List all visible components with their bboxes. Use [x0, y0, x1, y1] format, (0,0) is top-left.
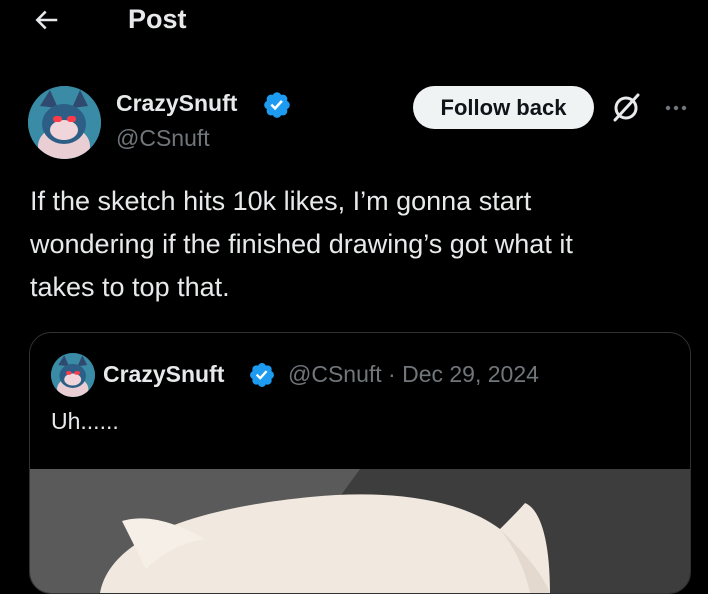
more-options-icon[interactable] — [660, 92, 692, 124]
quoted-handle-date: @CSnuft · Dec 29, 2024 — [288, 361, 539, 387]
quoted-avatar — [51, 353, 95, 397]
quoted-post[interactable]: CrazySnuft @CSnuft · Dec 29, 2024 Uh....… — [29, 332, 691, 594]
arrow-left-icon — [35, 10, 58, 30]
author-display-name[interactable]: CrazySnuft — [116, 88, 237, 118]
follow-back-button[interactable]: Follow back — [413, 86, 594, 129]
verified-badge-icon — [264, 92, 290, 118]
avatar[interactable] — [28, 86, 101, 159]
page-title: Post — [128, 4, 187, 34]
top-bar: Post — [0, 0, 708, 40]
grok-icon[interactable] — [608, 90, 644, 126]
quoted-author-name: CrazySnuft — [103, 361, 225, 387]
quoted-media-image[interactable] — [30, 469, 690, 593]
back-button[interactable] — [30, 4, 62, 36]
verified-badge-icon — [250, 363, 274, 387]
author-handle[interactable]: @CSnuft — [116, 123, 210, 153]
quoted-post-text: Uh...... — [51, 408, 119, 434]
post-text: If the sketch hits 10k likes, I’m gonna … — [30, 186, 573, 302]
